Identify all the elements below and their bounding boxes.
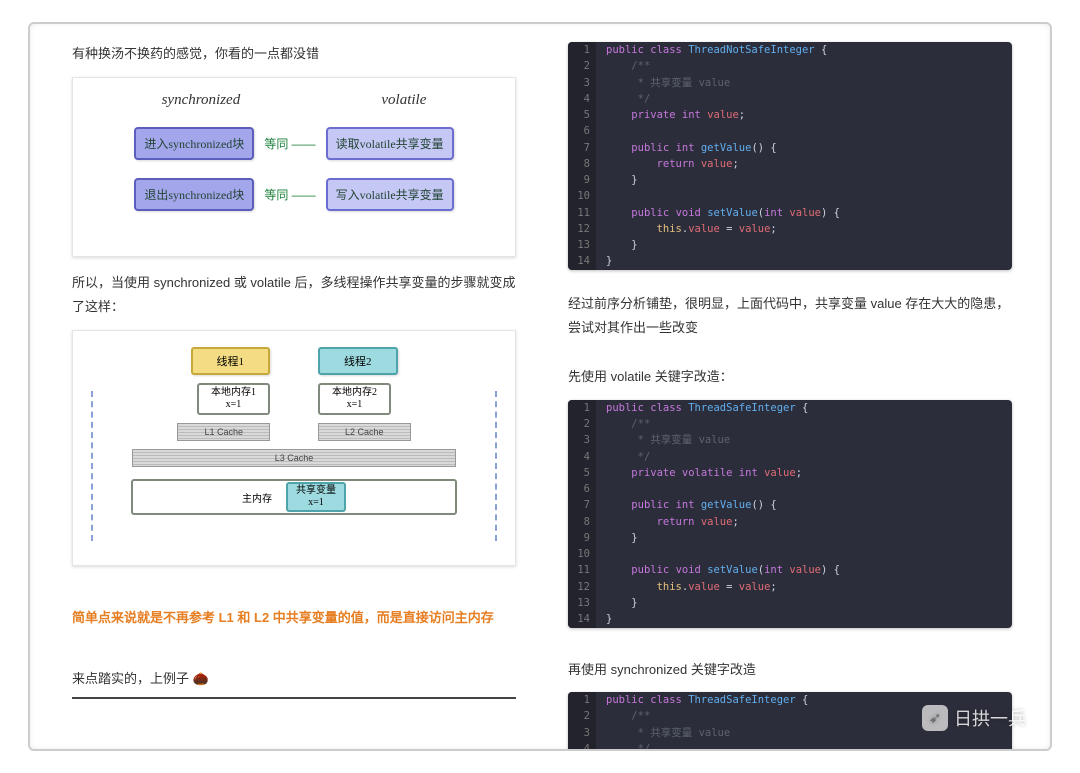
left-column: 有种换汤不换药的感觉，你看的一点都没错 synchronized volatil… (30, 24, 544, 749)
right-para-2: 先使用 volatile 关键字改造： (568, 365, 1012, 390)
l2-cache-1: L2 Cache (318, 423, 411, 441)
main-memory: 主内存 共享变量x=1 (131, 479, 458, 515)
left-para-2: 所以，当使用 synchronized 或 volatile 后，多线程操作共享… (72, 271, 516, 320)
left-para-example: 来点踏实的，上例子 🌰 (72, 667, 516, 700)
left-para-1: 有种换汤不换药的感觉，你看的一点都没错 (72, 42, 516, 67)
wechat-icon: ➶ (922, 705, 948, 731)
shared-var-box: 共享变量x=1 (286, 482, 346, 512)
box-write-volatile: 写入volatile共享变量 (326, 178, 454, 211)
box-read-volatile: 读取volatile共享变量 (326, 127, 454, 160)
equals-label-1: 等同 —— (264, 135, 315, 152)
local-mem-2: 本地内存2x=1 (318, 383, 391, 415)
watermark: ➶ 日拱一兵 (922, 705, 1026, 731)
watermark-text: 日拱一兵 (954, 705, 1026, 731)
l3-cache: L3 Cache (132, 449, 457, 467)
equals-label-2: 等同 —— (264, 186, 315, 203)
l1-cache-1: L1 Cache (177, 423, 270, 441)
right-column: 1public class ThreadNotSafeInteger {2 /*… (544, 24, 1050, 749)
code-block-2: 1public class ThreadSafeInteger {2 /**3 … (568, 400, 1012, 628)
left-para-highlight: 简单点来说就是不再参考 L1 和 L2 中共享变量的值，而是直接访问主内存 (72, 606, 516, 631)
local-mem-1: 本地内存1x=1 (197, 383, 270, 415)
diagram-memory-model: 线程1 线程2 本地内存1x=1 本地内存2x=1 L1 Cache L2 Ca… (72, 330, 516, 566)
right-para-1: 经过前序分析铺垫，很明显，上面代码中，共享变量 value 存在大大的隐患，尝试… (568, 292, 1012, 341)
box-exit-sync: 退出synchronized块 (134, 178, 254, 211)
diagram1-header-sync: synchronized (162, 92, 241, 109)
thread2-box: 线程2 (318, 347, 398, 375)
right-para-3: 再使用 synchronized 关键字改造 (568, 658, 1012, 683)
code-block-1: 1public class ThreadNotSafeInteger {2 /*… (568, 42, 1012, 270)
box-enter-sync: 进入synchronized块 (134, 127, 254, 160)
diagram-sync-volatile: synchronized volatile 进入synchronized块 等同… (72, 77, 516, 257)
diagram1-header-volatile: volatile (381, 92, 426, 109)
thread1-box: 线程1 (191, 347, 271, 375)
